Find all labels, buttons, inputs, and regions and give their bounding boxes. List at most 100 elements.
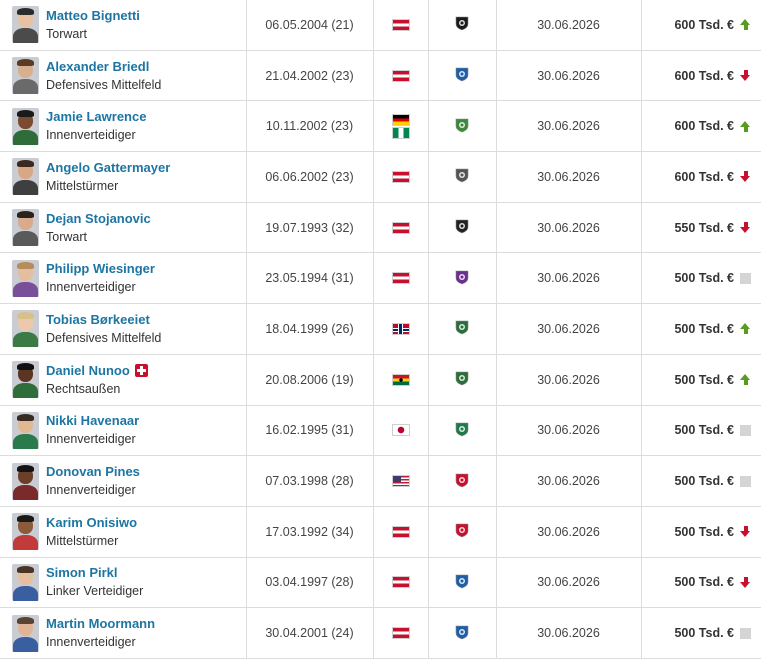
nationality-cell xyxy=(372,505,429,558)
player-position: Innenverteidiger xyxy=(46,432,136,447)
market-value-link[interactable]: 500 Tsd. € xyxy=(674,575,734,589)
club-crest-salzburg-icon[interactable] xyxy=(454,522,470,538)
flag-at-icon[interactable] xyxy=(391,170,410,183)
player-name-row: Martin Moormann xyxy=(46,615,155,633)
contract-until: 30.06.2026 xyxy=(495,607,642,659)
flag-at-icon[interactable] xyxy=(391,525,410,538)
contract-until: 30.06.2026 xyxy=(495,49,642,102)
flag-at-icon[interactable] xyxy=(391,576,410,589)
club-crest-sturm-icon[interactable] xyxy=(454,15,470,31)
player-avatar[interactable] xyxy=(12,310,39,348)
flag-ng-icon[interactable] xyxy=(391,126,410,139)
club-crest-blue-icon[interactable] xyxy=(454,66,470,82)
player-name-link[interactable]: Simon Pirkl xyxy=(46,564,118,582)
flag-jp-icon[interactable] xyxy=(391,424,410,437)
table-row: Martin Moormann Innenverteidiger 30.04.200… xyxy=(0,607,761,659)
player-avatar[interactable] xyxy=(12,107,39,145)
club-crest-violet-icon[interactable] xyxy=(454,269,470,285)
player-avatar[interactable] xyxy=(12,209,39,247)
player-avatar[interactable] xyxy=(12,57,39,95)
market-value-link[interactable]: 500 Tsd. € xyxy=(674,626,734,640)
market-value-link[interactable]: 550 Tsd. € xyxy=(674,221,734,235)
club-crest-black-white-icon[interactable] xyxy=(454,218,470,234)
contract-until: 30.06.2026 xyxy=(495,151,642,203)
player-name-link[interactable]: Philipp Wiesinger xyxy=(46,260,155,278)
player-name-link[interactable]: Donovan Pines xyxy=(46,463,140,481)
market-value: 500 Tsd. € xyxy=(642,626,761,640)
club-crest-red-icon[interactable] xyxy=(454,472,470,488)
player-cell: Martin Moormann Innenverteidiger xyxy=(0,607,247,659)
nationality-cell xyxy=(372,151,429,203)
player-text: Karim Onisiwo Mittelstürmer xyxy=(46,514,137,550)
player-name-link[interactable]: Daniel Nunoo xyxy=(46,362,130,380)
market-value-link[interactable]: 600 Tsd. € xyxy=(674,119,734,133)
market-value-link[interactable]: 500 Tsd. € xyxy=(674,525,734,539)
player-avatar[interactable] xyxy=(12,563,39,601)
flag-gh-icon[interactable] xyxy=(391,373,410,386)
player-cell: Dejan Stojanovic Torwart xyxy=(0,201,247,254)
flag-at-icon[interactable] xyxy=(391,18,410,31)
injury-icon[interactable] xyxy=(134,364,148,378)
nationality-cell xyxy=(372,252,429,305)
player-name-row: Karim Onisiwo xyxy=(46,514,137,532)
flag-at-icon[interactable] xyxy=(391,627,410,640)
market-value: 500 Tsd. € xyxy=(642,474,761,488)
nationality-cell xyxy=(372,201,429,254)
market-value: 600 Tsd. € xyxy=(642,18,761,32)
market-value-link[interactable]: 600 Tsd. € xyxy=(674,69,734,83)
market-value-cell: 500 Tsd. € xyxy=(640,455,761,507)
arrow-up-icon xyxy=(740,120,751,132)
player-position: Rechtsaußen xyxy=(46,381,121,396)
club-crest-rapid-icon[interactable] xyxy=(454,370,470,386)
player-avatar[interactable] xyxy=(12,411,39,449)
contract-until: 30.06.2026 xyxy=(495,252,642,305)
club-cell xyxy=(427,0,497,51)
player-avatar[interactable] xyxy=(12,513,39,551)
player-avatar[interactable] xyxy=(12,614,39,652)
market-value-link[interactable]: 500 Tsd. € xyxy=(674,322,734,336)
player-name-link[interactable]: Alexander Briedl xyxy=(46,58,149,76)
player-avatar[interactable] xyxy=(12,361,39,399)
club-crest-rapid-icon[interactable] xyxy=(454,319,470,335)
player-name-link[interactable]: Angelo Gattermayer xyxy=(46,159,170,177)
player-name-link[interactable]: Tobias Børkeeiet xyxy=(46,311,150,329)
club-crest-blue-icon[interactable] xyxy=(454,624,470,640)
flag-us-icon[interactable] xyxy=(391,475,410,488)
player-name-link[interactable]: Dejan Stojanovic xyxy=(46,210,151,228)
flag-no-icon[interactable] xyxy=(391,322,410,335)
market-value-link[interactable]: 500 Tsd. € xyxy=(674,271,734,285)
players-table: Matteo Bignetti Torwart 06.05.2004 (21) 30.… xyxy=(0,0,761,659)
table-row: Karim Onisiwo Mittelstürmer 17.03.1992 (34… xyxy=(0,505,761,558)
market-value-link[interactable]: 500 Tsd. € xyxy=(674,373,734,387)
player-avatar[interactable] xyxy=(12,259,39,297)
birthdate-age: 10.11.2002 (23) xyxy=(245,100,374,153)
flag-at-icon[interactable] xyxy=(391,221,410,234)
player-name-link[interactable]: Martin Moormann xyxy=(46,615,155,633)
contract-until: 30.06.2026 xyxy=(495,201,642,254)
player-text: Martin Moormann Innenverteidiger xyxy=(46,615,155,651)
player-info: Simon Pirkl Linker Verteidiger xyxy=(0,563,246,601)
flag-at-icon[interactable] xyxy=(391,69,410,82)
market-value-link[interactable]: 500 Tsd. € xyxy=(674,423,734,437)
player-avatar[interactable] xyxy=(12,6,39,44)
club-crest-green-white-icon[interactable] xyxy=(454,421,470,437)
market-value-cell: 600 Tsd. € xyxy=(640,0,761,51)
club-crest-dark-icon[interactable] xyxy=(454,167,470,183)
market-value-link[interactable]: 500 Tsd. € xyxy=(674,474,734,488)
player-position: Mittelstürmer xyxy=(46,533,119,548)
player-avatar[interactable] xyxy=(12,462,39,500)
market-value-link[interactable]: 600 Tsd. € xyxy=(674,170,734,184)
flag-de-icon[interactable] xyxy=(391,113,410,126)
market-value-link[interactable]: 600 Tsd. € xyxy=(674,18,734,32)
flag-at-icon[interactable] xyxy=(391,272,410,285)
club-crest-blue-icon[interactable] xyxy=(454,573,470,589)
market-value: 500 Tsd. € xyxy=(642,322,761,336)
player-avatar[interactable] xyxy=(12,158,39,196)
player-name-link[interactable]: Jamie Lawrence xyxy=(46,108,146,126)
club-crest-green-red-icon[interactable] xyxy=(454,117,470,133)
birthdate-age: 21.04.2002 (23) xyxy=(245,49,374,102)
player-text: Tobias Børkeeiet Defensives Mittelfeld xyxy=(46,311,161,347)
player-name-link[interactable]: Karim Onisiwo xyxy=(46,514,137,532)
player-name-link[interactable]: Matteo Bignetti xyxy=(46,7,140,25)
player-name-link[interactable]: Nikki Havenaar xyxy=(46,412,139,430)
